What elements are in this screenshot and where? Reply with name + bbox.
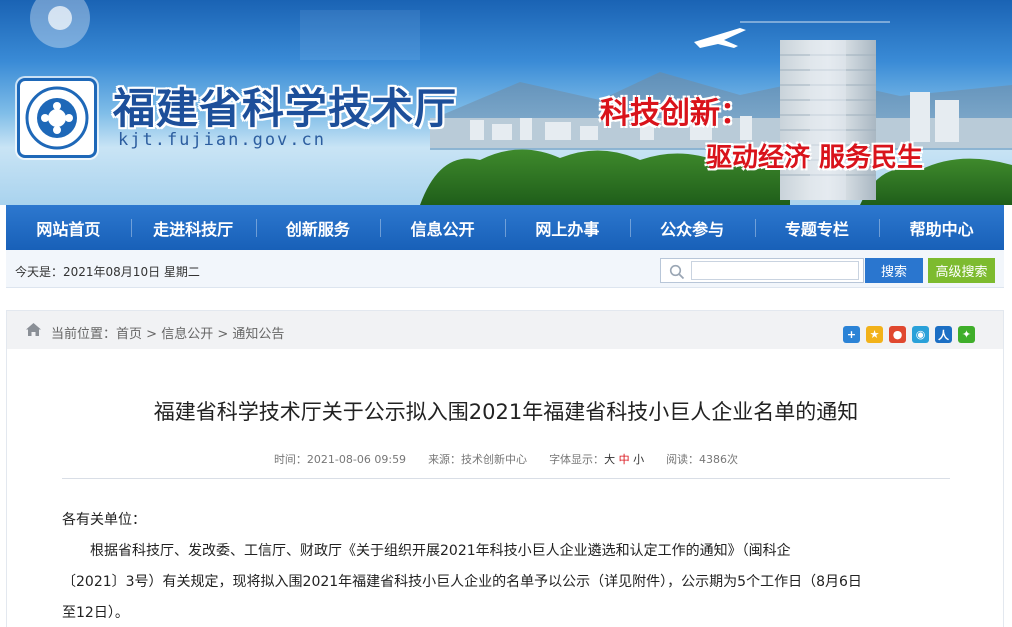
share-toolbar: + ★ ● ◉ 人 ✦: [843, 326, 975, 343]
search-input[interactable]: [691, 261, 859, 280]
nav-public-participation[interactable]: 公众参与: [629, 205, 755, 250]
article-meta: 时间：2021-08-06 09:59 来源：技术创新中心 字体显示：大 中 小 阅读…: [7, 451, 1005, 467]
qzone-icon[interactable]: ★: [866, 326, 883, 343]
search-box: [660, 258, 864, 283]
emblem-logo[interactable]: [17, 78, 97, 158]
breadcrumb-home[interactable]: 首页: [116, 327, 142, 342]
renren-icon[interactable]: 人: [935, 326, 952, 343]
site-url: kjt.fujian.gov.cn: [118, 130, 326, 150]
site-title[interactable]: 福建省科学技术厅: [113, 75, 457, 136]
breadcrumb-info-disclosure[interactable]: 信息公开: [161, 327, 213, 342]
search-button[interactable]: 搜索: [865, 258, 923, 283]
advanced-search-button[interactable]: 高级搜索: [928, 258, 995, 283]
weibo-icon[interactable]: ●: [889, 326, 906, 343]
breadcrumb-notices[interactable]: 通知公告: [232, 327, 284, 342]
slogan-line-2: 驱动经济 服务民生: [706, 143, 924, 173]
font-size-large[interactable]: 大: [604, 453, 615, 466]
plus-icon[interactable]: +: [843, 326, 860, 343]
home-icon: [26, 323, 41, 336]
body-line-2: 〔2021〕3号）有关规定，现将拟入围2021年福建省科技小巨人企业的名单予以公…: [62, 574, 862, 590]
salutation: 各有关单位：: [62, 512, 146, 528]
site-banner: 福建省科学技术厅 kjt.fujian.gov.cn 科技创新： 驱动经济 服务…: [0, 0, 1012, 205]
slogan-line-1: 科技创新：: [600, 96, 750, 131]
nav-special-topics[interactable]: 专题专栏: [754, 205, 880, 250]
font-size-small[interactable]: 小: [633, 453, 644, 466]
view-count: 阅读：4386次: [666, 453, 739, 466]
article-panel: 当前位置：首页 > 信息公开 > 通知公告 + ★ ● ◉ 人 ✦ 福建省科学技…: [6, 310, 1004, 627]
nav-online-services[interactable]: 网上办事: [505, 205, 630, 250]
search-icon: [669, 264, 685, 280]
info-bar: 今天是：2021年08月10日 星期二 搜索 高级搜索: [6, 250, 1004, 288]
article-body: 各有关单位： 根据省科技厅、发改委、工信厅、财政厅《关于组织开展2021年科技小…: [62, 505, 952, 627]
font-size-label: 字体显示：: [549, 453, 605, 466]
emblem-icon: [25, 86, 89, 150]
article-title: 福建省科学技术厅关于公示拟入围2021年福建省科技小巨人企业名单的通知: [153, 400, 859, 424]
body-line-3: 至12日）。: [62, 605, 129, 621]
main-nav: 网站首页 走进科技厅 创新服务 信息公开 网上办事 公众参与 专题专栏 帮助中心: [6, 205, 1004, 250]
breadcrumb-bar: 当前位置：首页 > 信息公开 > 通知公告 + ★ ● ◉ 人 ✦: [7, 311, 1003, 349]
wechat-icon[interactable]: ✦: [958, 326, 975, 343]
breadcrumb: 当前位置：首页 > 信息公开 > 通知公告: [51, 323, 284, 342]
breadcrumb-separator: >: [213, 327, 233, 342]
nav-about[interactable]: 走进科技厅: [130, 205, 256, 250]
breadcrumb-separator: >: [142, 327, 162, 342]
nav-innovation-services[interactable]: 创新服务: [255, 205, 381, 250]
body-line-1: 根据省科技厅、发改委、工信厅、财政厅《关于组织开展2021年科技小巨人企业遴选和…: [90, 543, 791, 559]
article-source: 来源：技术创新中心: [428, 453, 528, 466]
nav-information-disclosure[interactable]: 信息公开: [380, 205, 505, 250]
nav-home[interactable]: 网站首页: [6, 205, 131, 250]
font-size-medium[interactable]: 中: [619, 453, 630, 466]
title-divider: [62, 478, 950, 479]
publish-time: 时间：2021-08-06 09:59: [273, 453, 407, 466]
breadcrumb-prefix: 当前位置：: [51, 327, 117, 342]
tencent-icon[interactable]: ◉: [912, 326, 929, 343]
today-date: 今天是：2021年08月10日 星期二: [15, 265, 200, 279]
nav-help-center[interactable]: 帮助中心: [879, 205, 1004, 250]
